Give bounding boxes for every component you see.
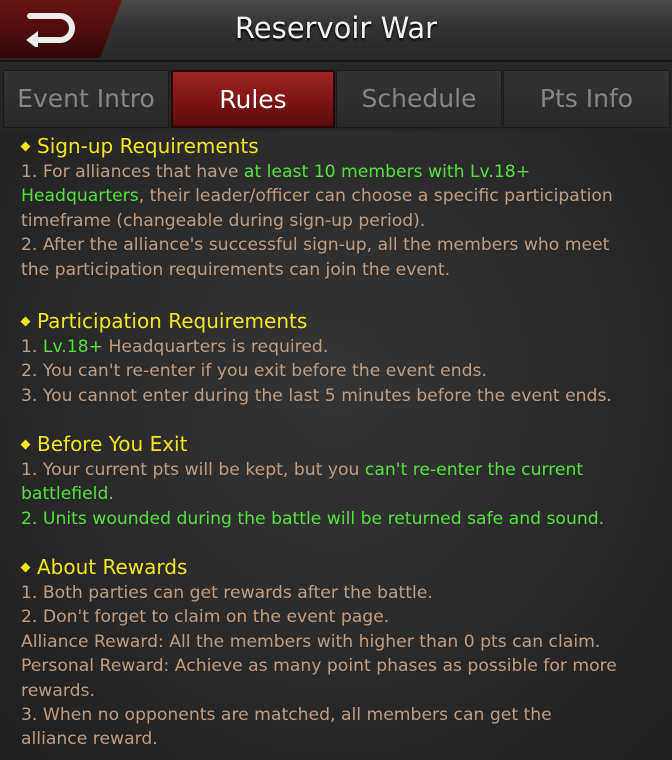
diamond-bullet-icon — [20, 562, 31, 572]
page-title: Reservoir War — [234, 11, 438, 45]
tab-schedule[interactable]: Schedule — [336, 70, 502, 128]
rule-text: , their leader/officer can choose a spec… — [138, 186, 613, 207]
rule-line: 1. Both parties can get rewards after th… — [21, 581, 661, 605]
section-participation-requirements: Participation Requirements 1. Lv.18+ Hea… — [20, 309, 661, 408]
rule-line: timeframe (changeable during sign-up per… — [21, 209, 661, 233]
rule-text: Alliance Reward: All the members with hi… — [21, 631, 601, 652]
rule-line: alliance reward. — [21, 727, 661, 751]
section-heading: Participation Requirements — [20, 309, 661, 333]
rule-line: Personal Reward: Achieve as many point p… — [21, 654, 661, 678]
highlighted-text: can't re-enter the current — [364, 460, 584, 480]
rule-text: 1. Your current pts will be kept, but yo… — [21, 460, 365, 480]
rule-line: battlefield. — [21, 482, 661, 506]
rule-text: Personal Reward: Achieve as many point p… — [21, 656, 617, 677]
rule-line: 1. Your current pts will be kept, but yo… — [21, 458, 661, 482]
tab-rules[interactable]: Rules — [171, 70, 335, 128]
section-body: 1. Lv.18+ Headquarters is required. 2. Yo… — [21, 335, 661, 408]
section-body: 1. Both parties can get rewards after th… — [21, 581, 661, 752]
highlighted-text: Lv.18+ — [42, 337, 104, 357]
rule-line: 2. After the alliance's successful sign-… — [21, 233, 661, 257]
rule-text: alliance reward. — [21, 729, 158, 750]
rule-line: 3. You cannot enter during the last 5 mi… — [21, 384, 661, 408]
section-title: Sign-up Requirements — [37, 134, 259, 158]
header-bar: Reservoir War — [0, 0, 672, 62]
rules-content: Sign-up Requirements 1. For alliances th… — [0, 131, 672, 760]
rule-text: the participation requirements can join … — [21, 259, 451, 280]
section-heading: Sign-up Requirements — [20, 134, 661, 158]
tab-pts-info[interactable]: Pts Info — [503, 70, 670, 128]
rule-text: 3. You cannot enter during the last 5 mi… — [21, 385, 612, 406]
rule-line: 1. For alliances that have at least 10 m… — [21, 160, 661, 184]
diamond-bullet-icon — [20, 316, 31, 326]
tab-event-intro[interactable]: Event Intro — [3, 70, 169, 128]
rule-text: 2. You can't re-enter if you exit before… — [21, 361, 487, 382]
section-heading: Before You Exit — [20, 432, 661, 456]
rule-text: rewards. — [21, 680, 95, 701]
section-sign-up-requirements: Sign-up Requirements 1. For alliances th… — [20, 134, 661, 282]
diamond-bullet-icon — [20, 141, 31, 151]
rule-text: 1. — [21, 337, 43, 357]
section-before-you-exit: Before You Exit 1. Your current pts will… — [20, 432, 661, 531]
rule-text: 1. Both parties can get rewards after th… — [21, 583, 433, 603]
highlighted-text: Headquarters — [21, 186, 139, 207]
rule-line: 3. When no opponents are matched, all me… — [21, 703, 661, 727]
rule-line: 1. Lv.18+ Headquarters is required. — [21, 335, 661, 359]
rule-line: Alliance Reward: All the members with hi… — [21, 630, 661, 654]
section-body: 1. For alliances that have at least 10 m… — [21, 160, 661, 282]
rule-text: 1. For alliances that have — [21, 162, 244, 182]
diamond-bullet-icon — [20, 439, 31, 449]
highlighted-text: at least 10 members with Lv.18+ — [243, 162, 531, 182]
rule-line: rewards. — [21, 679, 661, 703]
section-body: 1. Your current pts will be kept, but yo… — [21, 458, 661, 531]
section-title: Before You Exit — [37, 432, 188, 456]
section-heading: About Rewards — [20, 555, 661, 579]
section-title: Participation Requirements — [37, 309, 308, 333]
highlighted-text: battlefield. — [21, 484, 114, 505]
section-title: About Rewards — [37, 555, 188, 579]
rule-text: timeframe (changeable during sign-up per… — [21, 210, 426, 231]
rule-line: 2. Don't forget to claim on the event pa… — [21, 605, 661, 629]
rule-text: 2. After the alliance's successful sign-… — [21, 235, 610, 256]
rule-line: 2. You can't re-enter if you exit before… — [21, 359, 661, 383]
tab-bar: Event Intro Rules Schedule Pts Info — [0, 70, 672, 128]
rule-text: 3. When no opponents are matched, all me… — [21, 705, 552, 726]
rule-line: Headquarters, their leader/officer can c… — [21, 184, 661, 208]
rule-line: 2. Units wounded during the battle will … — [21, 507, 661, 531]
rule-line: the participation requirements can join … — [21, 258, 661, 282]
section-about-rewards: About Rewards 1. Both parties can get re… — [20, 555, 661, 752]
highlighted-text: 2. Units wounded during the battle will … — [21, 508, 605, 529]
rule-text: Headquarters is required. — [103, 337, 329, 357]
rule-text: 2. Don't forget to claim on the event pa… — [21, 607, 390, 628]
